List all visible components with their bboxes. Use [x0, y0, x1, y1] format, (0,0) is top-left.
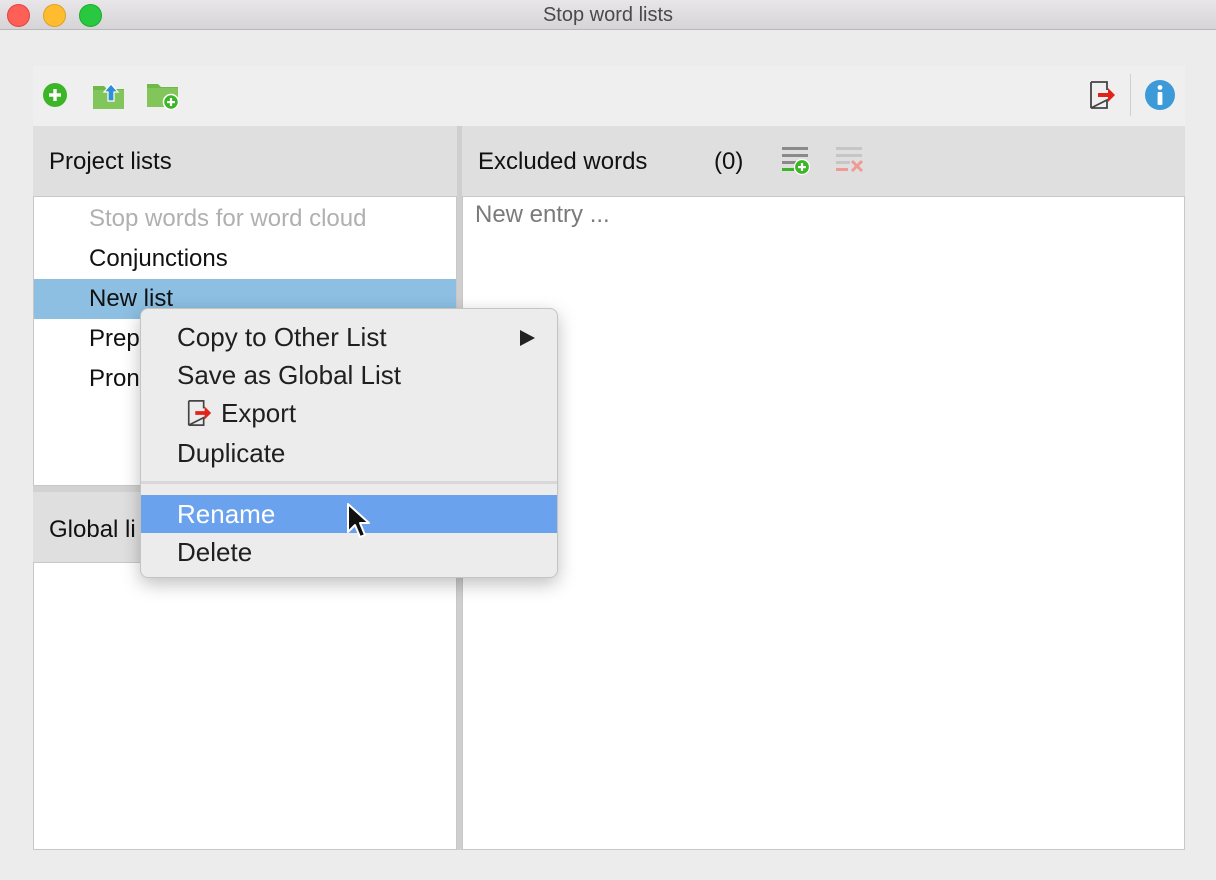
- global-lists-title: Global li: [49, 516, 136, 543]
- new-list-folder-button[interactable]: [146, 78, 180, 112]
- excluded-words-count: (0): [714, 148, 744, 175]
- add-icon: [43, 83, 67, 107]
- submenu-arrow-icon: [520, 330, 535, 346]
- project-lists-title: Project lists: [49, 148, 172, 175]
- toolbar-separator: [1130, 74, 1131, 116]
- add-list-button[interactable]: [38, 78, 72, 112]
- menu-item-label: Rename: [177, 499, 276, 529]
- save-as-global-list-item[interactable]: Save as Global List: [141, 356, 557, 394]
- list-item-label: Prep: [89, 325, 140, 352]
- mouse-cursor-icon: [347, 503, 370, 538]
- list-item-label: Conjunctions: [89, 245, 228, 272]
- global-lists-list[interactable]: [33, 562, 457, 850]
- export-icon: [187, 400, 212, 426]
- menu-item-label: Save as Global List: [177, 360, 402, 390]
- list-item-label: Stop words for word cloud: [89, 205, 367, 232]
- add-word-icon: [782, 147, 811, 176]
- duplicate-item[interactable]: Duplicate: [141, 434, 557, 472]
- delete-word-button[interactable]: [834, 144, 866, 183]
- delete-word-icon: [836, 147, 864, 173]
- excluded-words-header: Excluded words (0): [462, 126, 1185, 196]
- list-item[interactable]: Conjunctions: [34, 239, 456, 279]
- menu-item-label: Delete: [177, 537, 253, 567]
- export-icon: [1090, 81, 1115, 109]
- window-title: Stop word lists: [542, 4, 674, 26]
- new-folder-icon: [147, 84, 180, 110]
- toolbar: [33, 66, 1185, 126]
- excluded-words-list[interactable]: New entry ...: [462, 196, 1185, 850]
- info-button[interactable]: [1143, 78, 1177, 112]
- import-list-icon: [93, 83, 124, 109]
- add-word-button[interactable]: [780, 144, 812, 183]
- import-list-button[interactable]: [92, 78, 126, 112]
- menu-item-label: Copy to Other List: [177, 322, 387, 352]
- menu-item-label: Duplicate: [177, 438, 286, 468]
- new-entry-input[interactable]: New entry ...: [475, 201, 610, 229]
- export-item[interactable]: Export: [141, 394, 557, 432]
- export-button[interactable]: [1085, 78, 1119, 112]
- list-item-label: Pron: [89, 365, 140, 392]
- menu-item-label: Export: [221, 398, 297, 428]
- menu-separator: [141, 481, 557, 484]
- info-icon: [1145, 80, 1175, 110]
- project-lists-header: Project lists: [33, 126, 457, 196]
- list-item[interactable]: Stop words for word cloud: [34, 199, 456, 239]
- excluded-words-title: Excluded words: [478, 148, 648, 175]
- title-bar: Stop word lists: [0, 0, 1216, 30]
- copy-to-other-list-item[interactable]: Copy to Other List: [141, 318, 557, 356]
